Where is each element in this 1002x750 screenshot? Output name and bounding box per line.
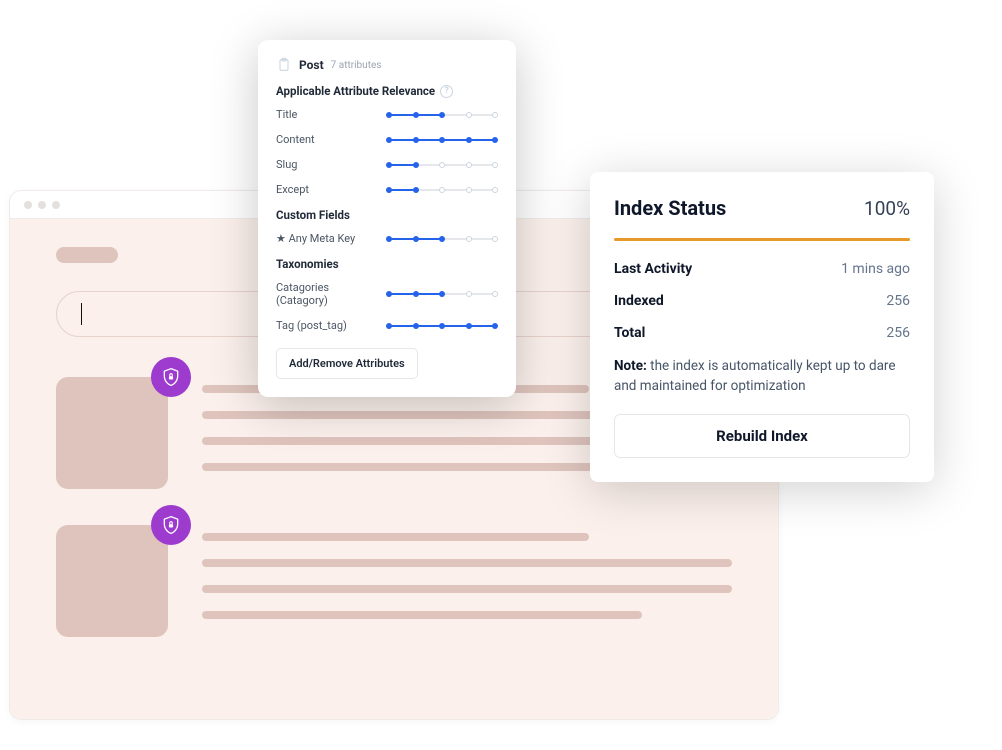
attribute-row: Tag (post_tag) (276, 319, 498, 332)
attribute-label: Tag (post_tag) (276, 319, 376, 332)
attribute-label: Title (276, 108, 376, 121)
status-key: Last Activity (614, 261, 692, 277)
attribute-row: Slug (276, 158, 498, 171)
status-value: 1 mins ago (841, 261, 910, 277)
attribute-row: Catagories (Catagory) (276, 281, 498, 307)
help-icon[interactable]: ? (440, 85, 453, 98)
attribute-row: ★ Any Meta Key (276, 232, 498, 245)
attribute-label: Catagories (Catagory) (276, 281, 376, 307)
result-thumbnail (56, 377, 168, 489)
status-row: Total 256 (614, 325, 910, 341)
relevance-slider[interactable] (386, 289, 498, 299)
relevance-slider[interactable] (386, 185, 498, 195)
status-value: 256 (886, 293, 910, 309)
window-dot (52, 201, 60, 209)
note-text: the index is automatically kept up to da… (614, 358, 896, 394)
result-text-placeholder (202, 525, 732, 637)
window-dot (24, 201, 32, 209)
progress-bar (614, 238, 910, 241)
placeholder-title (56, 247, 118, 263)
attribute-label: ★ Any Meta Key (276, 232, 376, 245)
attr-header: Post 7 attributes (276, 56, 498, 74)
relevance-slider[interactable] (386, 160, 498, 170)
status-key: Total (614, 325, 645, 341)
search-result (56, 525, 732, 637)
lock-shield-badge (151, 505, 191, 545)
section-title-taxonomies: Taxonomies (276, 257, 498, 271)
attribute-row: Except (276, 183, 498, 196)
relevance-slider[interactable] (386, 234, 498, 244)
result-thumbnail (56, 525, 168, 637)
clipboard-icon (276, 56, 292, 74)
lock-shield-badge (151, 357, 191, 397)
shield-lock-icon (161, 515, 181, 535)
attribute-row: Content (276, 133, 498, 146)
relevance-slider[interactable] (386, 110, 498, 120)
status-row: Indexed 256 (614, 293, 910, 309)
status-value: 256 (886, 325, 910, 341)
status-title: Index Status (614, 196, 726, 220)
shield-lock-icon (161, 367, 181, 387)
attribute-count: 7 attributes (331, 60, 382, 71)
rebuild-index-button[interactable]: Rebuild Index (614, 414, 910, 458)
attribute-label: Content (276, 133, 376, 146)
status-row: Last Activity 1 mins ago (614, 261, 910, 277)
relevance-slider[interactable] (386, 321, 498, 331)
status-key: Indexed (614, 293, 664, 309)
attribute-label: Slug (276, 158, 376, 171)
section-title-custom-fields: Custom Fields (276, 208, 498, 222)
add-remove-attributes-button[interactable]: Add/Remove Attributes (276, 348, 418, 379)
attribute-relevance-panel: Post 7 attributes Applicable Attribute R… (258, 40, 516, 397)
index-status-panel: Index Status 100% Last Activity 1 mins ag… (590, 172, 934, 482)
text-caret (81, 303, 82, 325)
window-dot (38, 201, 46, 209)
status-header: Index Status 100% (614, 196, 910, 220)
relevance-slider[interactable] (386, 135, 498, 145)
post-type-label: Post (299, 58, 324, 72)
status-note: Note: the index is automatically kept up… (614, 357, 910, 396)
section-title: Applicable Attribute Relevance ? (276, 84, 498, 98)
note-label: Note: (614, 358, 647, 374)
attribute-label: Except (276, 183, 376, 196)
attribute-row: Title (276, 108, 498, 121)
status-percent: 100% (864, 197, 910, 220)
